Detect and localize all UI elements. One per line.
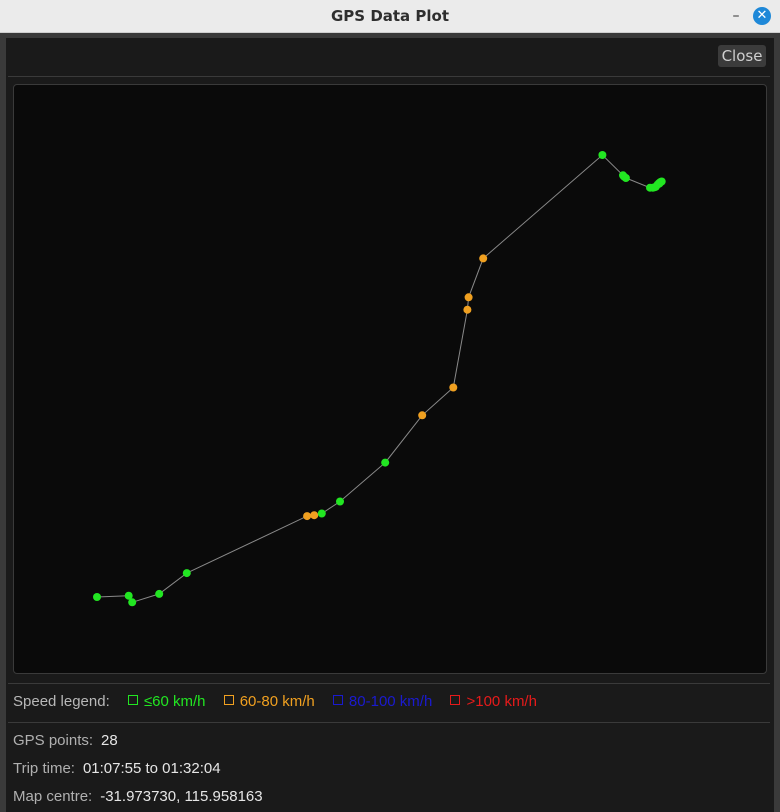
route-line [96,154,663,603]
map-divider [8,683,770,684]
gps-point-13 [463,305,472,314]
legend-item-low: ≤60 km/h [127,693,206,710]
map-centre-value: -31.973730, 115.958163 [100,788,263,805]
gps-point-5 [182,569,191,578]
window-close-icon[interactable]: ✕ [753,7,771,25]
legend-item-label: 60-80 km/h [239,693,315,710]
trip-time-row: Trip time: 01:07:55 to 01:32:04 [13,760,221,777]
trip-time-label: Trip time: [13,760,75,777]
gps-point-7 [310,511,319,520]
gps-point-3 [128,598,137,607]
legend-item-mid: 60-80 km/h [223,693,315,710]
gps-points-label: GPS points: [13,732,94,749]
gps-point-12 [449,383,458,392]
gps-point-11 [418,411,427,420]
gps-point-28 [655,179,664,188]
legend-divider [8,722,770,723]
legend-swatch-icon [450,695,461,705]
minimize-icon[interactable]: – [728,6,744,26]
window-titlebar: GPS Data Plot – ✕ [0,0,780,33]
speed-legend: Speed legend: ≤60 km/h 60-80 km/h 80-100… [13,693,537,713]
gps-point-1 [93,593,101,601]
legend-item-very-high: >100 km/h [450,693,537,710]
gps-point-14 [464,293,473,302]
gps-point-4 [155,589,164,598]
speed-legend-label: Speed legend: [13,693,110,710]
gps-point-8 [317,509,326,518]
gps-point-6 [303,512,312,521]
legend-swatch-icon [332,695,343,705]
legend-item-label: ≤60 km/h [143,693,206,710]
legend-item-label: >100 km/h [466,693,537,710]
gps-points-value: 28 [101,732,118,749]
gps-point-19 [621,174,630,182]
gps-point-16 [598,151,607,159]
legend-swatch-icon [223,695,234,705]
gps-point-9 [336,497,344,506]
close-button[interactable]: Close [718,45,766,67]
plot-panel: Close Speed legend: ≤60 km/h 60-80 km/h … [6,38,774,812]
gps-point-10 [381,458,390,467]
map-centre-row: Map centre: -31.973730, 115.958163 [13,788,263,805]
legend-item-high: 80-100 km/h [332,693,433,710]
toolbar-divider [8,76,770,77]
gps-point-15 [479,254,488,263]
window-title: GPS Data Plot [330,7,450,25]
gps-points-row: GPS points: 28 [13,732,118,749]
map-centre-label: Map centre: [13,788,93,805]
trip-time-value: 01:07:55 to 01:32:04 [82,760,221,777]
gps-route-plot [93,151,666,607]
gps-map-canvas[interactable] [13,84,767,674]
legend-item-label: 80-100 km/h [348,693,433,710]
legend-swatch-icon [127,695,138,705]
